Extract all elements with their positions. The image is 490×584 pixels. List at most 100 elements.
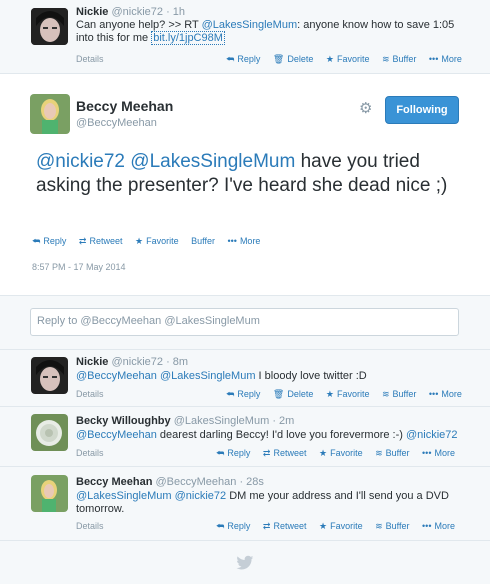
more-button[interactable]: ••• More <box>422 448 455 458</box>
favorite-button[interactable]: ★ Favorite <box>319 448 363 459</box>
author-name[interactable]: Becky Willoughby <box>76 415 171 427</box>
delete-button[interactable]: 🗑 Delete <box>273 389 313 400</box>
mention-link[interactable]: @LakesSingleMum <box>76 490 172 502</box>
favorite-button[interactable]: ★ Favorite <box>135 236 179 247</box>
more-label: More <box>441 54 462 64</box>
more-button[interactable]: ••• More <box>227 236 260 246</box>
avatar[interactable] <box>30 94 70 134</box>
favorite-button[interactable]: ★ Favorite <box>319 521 363 532</box>
tweet-actions: ⮪ Reply 🗑 Delete ★ Favorite ≋ Buffer ••• More <box>216 54 462 65</box>
buffer-button[interactable]: ≋ Buffer <box>375 448 409 459</box>
tweet-actions: ⮪ Reply ⇄ Retweet ★ Favorite Buffer ••• More <box>22 236 260 247</box>
mention-link[interactable]: @nickie72 <box>406 429 458 441</box>
buffer-button[interactable]: Buffer <box>191 236 215 246</box>
tweet-text-part: Can anyone help? >> RT <box>76 19 202 31</box>
tweet-header: Nickie @nickie72 · 8m <box>76 356 188 368</box>
avatar[interactable] <box>31 357 68 394</box>
mention-link[interactable]: @LakesSingleMum <box>202 19 298 31</box>
tweet-time[interactable]: · 1h <box>166 6 185 18</box>
author-name[interactable]: Nickie <box>76 6 108 18</box>
mention-link[interactable]: @BeccyMeehan <box>76 370 157 382</box>
parent-tweet[interactable]: Nickie @nickie72 · 1h Can anyone help? >… <box>0 0 490 74</box>
mention-link[interactable]: @nickie72 <box>36 151 125 172</box>
avatar[interactable] <box>31 414 68 451</box>
author-name[interactable]: Beccy Meehan <box>76 476 152 488</box>
reply-button[interactable]: ⮪ Reply <box>32 236 66 247</box>
retweet-button[interactable]: ⇄ Retweet <box>263 521 307 532</box>
avatar[interactable] <box>31 8 68 45</box>
buffer-button[interactable]: ≋ Buffer <box>382 389 416 400</box>
tweet-actions: ⮪ Reply ⇄ Retweet ★ Favorite ≋ Buffer ••• Mor… <box>206 521 455 532</box>
tweet-text-part: : anyone know how to save 1:05 <box>297 19 455 31</box>
reply-button[interactable]: ⮪ Reply <box>226 389 260 400</box>
buffer-label: Buffer <box>392 389 417 399</box>
main-author: Beccy Meehan <box>76 98 173 114</box>
author-handle[interactable]: @BeccyMeehan <box>156 476 237 488</box>
buffer-button[interactable]: ≋ Buffer <box>382 54 416 65</box>
retweet-button[interactable]: ⇄ Retweet <box>79 236 123 247</box>
mention-link[interactable]: @BeccyMeehan <box>76 429 157 441</box>
author-handle[interactable]: @nickie72 <box>111 6 163 18</box>
favorite-label: Favorite <box>336 389 370 399</box>
url-link[interactable]: bit.ly/1jpC98M <box>151 31 225 45</box>
more-button[interactable]: ••• More <box>429 389 462 399</box>
details-link[interactable]: Details <box>76 389 104 399</box>
retweet-button[interactable]: ⇄ Retweet <box>263 448 307 459</box>
more-button[interactable]: ••• More <box>422 521 455 531</box>
avatar[interactable] <box>31 475 68 512</box>
buffer-label: Buffer <box>392 54 417 64</box>
reply-tweet[interactable]: Nickie @nickie72 · 8m @BeccyMeehan @Lake… <box>0 350 490 407</box>
avatar-image <box>31 357 68 394</box>
reply-button[interactable]: ⮪ Reply <box>216 521 250 532</box>
conversation-panel: Nickie @nickie72 · 1h Can anyone help? >… <box>0 0 490 584</box>
author-handle[interactable]: @nickie72 <box>111 356 163 368</box>
retweet-icon: ⇄ <box>262 521 271 531</box>
retweet-label: Retweet <box>273 448 307 458</box>
buffer-stack-icon: ≋ <box>375 521 383 531</box>
reply-arrow-icon: ⮪ <box>216 448 225 458</box>
author-name[interactable]: Nickie <box>76 356 108 368</box>
more-label: More <box>239 236 261 246</box>
delete-button[interactable]: 🗑 Delete <box>273 54 313 65</box>
delete-label: Delete <box>287 389 314 399</box>
tweet-time[interactable]: · 2m <box>272 415 294 427</box>
tweet-actions: ⮪ Reply 🗑 Delete ★ Favorite ≋ Buffer ••• More <box>216 389 462 400</box>
more-button[interactable]: ••• More <box>429 54 462 64</box>
reply-label: Reply <box>227 521 251 531</box>
avatar-image <box>31 475 68 512</box>
author-name[interactable]: Beccy Meehan <box>76 98 173 114</box>
retweet-icon: ⇄ <box>262 448 271 458</box>
reply-tweet[interactable]: Becky Willoughby @LakesSingleMum · 2m @B… <box>0 407 490 467</box>
details-link[interactable]: Details <box>76 521 104 531</box>
reply-input[interactable]: Reply to @BeccyMeehan @LakesSingleMum <box>30 308 459 336</box>
trash-icon: 🗑 <box>272 389 285 399</box>
author-handle[interactable]: @BeccyMeehan <box>76 117 157 129</box>
tweet-header: Becky Willoughby @LakesSingleMum · 2m <box>76 415 294 427</box>
tweet-time[interactable]: · 28s <box>239 476 263 488</box>
mention-link[interactable]: @LakesSingleMum <box>160 370 256 382</box>
ellipsis-icon: ••• <box>227 236 237 246</box>
reply-tweet[interactable]: Beccy Meehan @BeccyMeehan · 28s @LakesSi… <box>0 467 490 541</box>
favorite-label: Favorite <box>330 448 363 458</box>
buffer-label: Buffer <box>385 521 410 531</box>
avatar-image <box>31 414 68 451</box>
reply-button[interactable]: ⮪ Reply <box>226 54 260 65</box>
details-link[interactable]: Details <box>76 54 104 64</box>
tweet-timestamp[interactable]: 8:57 PM - 17 May 2014 <box>32 262 126 272</box>
reply-button[interactable]: ⮪ Reply <box>216 448 250 459</box>
gear-icon[interactable]: ⚙ <box>359 101 375 117</box>
mention-link[interactable]: @LakesSingleMum <box>130 151 295 172</box>
favorite-button[interactable]: ★ Favorite <box>326 389 370 400</box>
tweet-text-part: tomorrow. <box>76 503 125 515</box>
tweet-time[interactable]: · 8m <box>166 356 188 368</box>
author-handle[interactable]: @LakesSingleMum <box>174 415 270 427</box>
details-link[interactable]: Details <box>76 448 104 458</box>
star-icon: ★ <box>319 521 328 531</box>
mention-link[interactable]: @nickie72 <box>175 490 227 502</box>
favorite-label: Favorite <box>146 236 179 246</box>
reply-arrow-icon: ⮪ <box>32 236 41 246</box>
buffer-button[interactable]: ≋ Buffer <box>375 521 409 532</box>
favorite-button[interactable]: ★ Favorite <box>326 54 370 65</box>
more-label: More <box>434 448 455 458</box>
following-button[interactable]: Following <box>385 96 459 124</box>
